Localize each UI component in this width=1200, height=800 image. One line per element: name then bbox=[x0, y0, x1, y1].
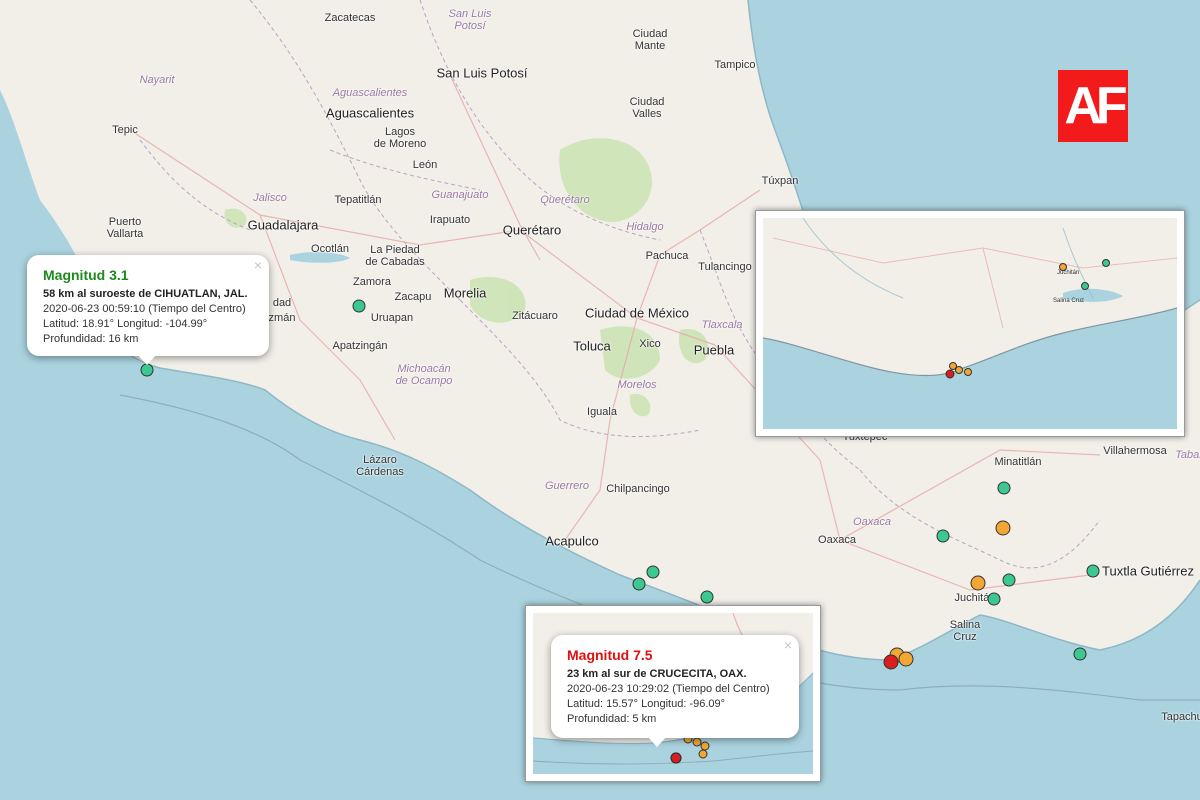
popup-tip bbox=[648, 737, 666, 747]
quake-marker[interactable] bbox=[1086, 564, 1100, 578]
quake-marker[interactable] bbox=[646, 565, 660, 579]
af-logo: AF bbox=[1058, 70, 1128, 142]
popup-tip bbox=[138, 355, 156, 365]
quake-marker[interactable] bbox=[632, 577, 646, 591]
inset-label-juchitan: Juchitán bbox=[1057, 270, 1080, 276]
close-icon[interactable]: × bbox=[254, 258, 262, 273]
inset-label-salina-cruz: Salina Cruz bbox=[1053, 298, 1085, 304]
popup-location: 23 km al sur de CRUCECITA, OAX. bbox=[567, 668, 747, 680]
popup-title: Magnitud 3.1 bbox=[43, 267, 129, 283]
popup-depth: Profundidad: 16 km bbox=[43, 333, 139, 345]
quake-marker[interactable] bbox=[1073, 647, 1087, 661]
popup-datetime: 2020-06-23 10:29:02 (Tiempo del Centro) bbox=[567, 683, 770, 695]
inset-map bbox=[763, 218, 1177, 379]
quake-marker[interactable] bbox=[700, 590, 714, 604]
popup-location: 58 km al suroeste de CIHUATLAN, JAL. bbox=[43, 288, 248, 300]
quake-marker[interactable] bbox=[995, 520, 1011, 536]
popup-datetime: 2020-06-23 00:59:10 (Tiempo del Centro) bbox=[43, 303, 246, 315]
popup-depth: Profundidad: 5 km bbox=[567, 713, 657, 725]
quake-marker-main[interactable] bbox=[883, 654, 899, 670]
popup-coordinates: Latitud: 15.57° Longitud: -96.09° bbox=[567, 698, 726, 710]
quake-marker[interactable] bbox=[997, 481, 1011, 495]
quake-popup-magnitude-3-1: × Magnitud 3.1 58 km al suroeste de CIHU… bbox=[27, 255, 269, 365]
quake-marker[interactable] bbox=[352, 299, 366, 313]
inset-map-overview[interactable]: Salina Cruz Juchitán bbox=[755, 210, 1185, 437]
quake-marker[interactable] bbox=[987, 592, 1001, 606]
quake-marker[interactable] bbox=[936, 529, 950, 543]
quake-popup-magnitude-7-5: × Magnitud 7.5 23 km al sur de CRUCECITA… bbox=[551, 635, 799, 747]
quake-marker[interactable] bbox=[1002, 573, 1016, 587]
quake-marker[interactable] bbox=[970, 575, 986, 591]
close-icon[interactable]: × bbox=[784, 638, 792, 653]
quake-marker-selected[interactable] bbox=[140, 363, 154, 377]
popup-coordinates: Latitud: 18.91° Longitud: -104.99° bbox=[43, 318, 208, 330]
quake-marker[interactable] bbox=[898, 651, 914, 667]
popup-title: Magnitud 7.5 bbox=[567, 647, 653, 663]
